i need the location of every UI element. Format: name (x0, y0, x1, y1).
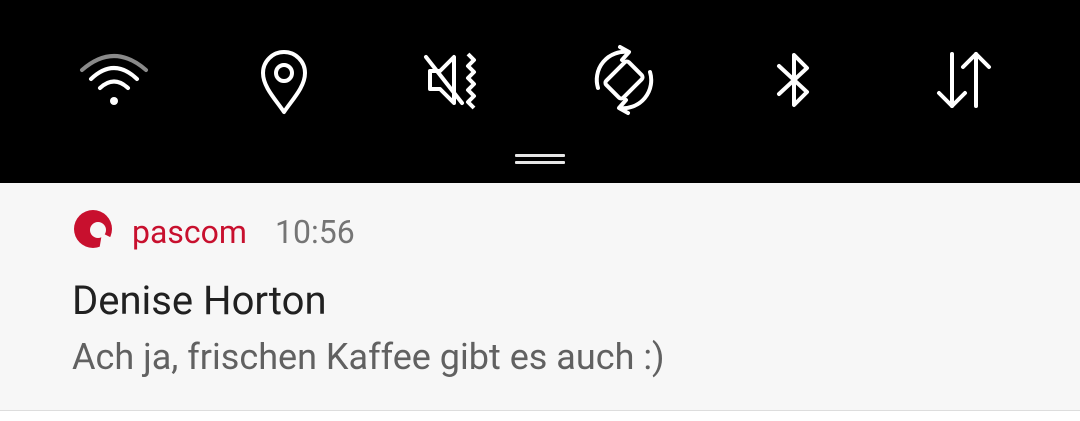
bluetooth-icon (777, 53, 809, 107)
bluetooth-tile[interactable] (754, 40, 834, 120)
sound-mode-tile[interactable] (414, 40, 494, 120)
wifi-tile[interactable] (74, 40, 154, 120)
notification-divider (0, 410, 1080, 421)
wifi-icon (80, 54, 148, 105)
notification-text: Ach ja, frischen Kaffee gibt es auch :) (72, 336, 665, 378)
mute-vibrate-icon (424, 52, 476, 110)
mobile-data-tile[interactable] (924, 40, 1004, 120)
mobile-data-icon (937, 52, 991, 108)
location-icon (261, 50, 307, 114)
app-name: pascom (132, 213, 247, 251)
expand-handle-bottom[interactable] (515, 161, 565, 164)
notification-time: 10:56 (275, 213, 355, 251)
expand-handle-top[interactable] (515, 154, 565, 157)
notification-title: Denise Horton (72, 277, 327, 324)
location-tile[interactable] (244, 40, 324, 120)
auto-rotate-tile[interactable] (584, 40, 664, 120)
quick-settings-bar (0, 0, 1080, 183)
pascom-logo-icon (72, 207, 116, 251)
auto-rotate-icon (594, 45, 654, 115)
